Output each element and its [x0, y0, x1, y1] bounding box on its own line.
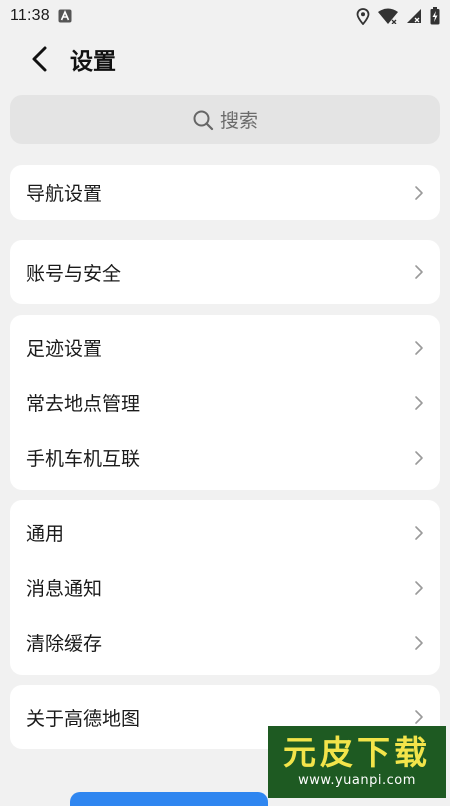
- wifi-icon: [378, 8, 398, 24]
- chevron-right-icon: [414, 264, 424, 280]
- watermark-brand: 元皮下载: [283, 733, 431, 772]
- settings-item-clear-cache[interactable]: 清除缓存: [10, 615, 440, 670]
- settings-item-label: 账号与安全: [26, 262, 122, 285]
- settings-item-label: 关于高德地图: [26, 707, 141, 730]
- settings-item-label: 常去地点管理: [26, 393, 141, 415]
- settings-item-navigation[interactable]: 导航设置: [10, 165, 440, 220]
- chevron-right-icon: [414, 525, 424, 541]
- settings-item-phone-car-link[interactable]: 手机车机互联: [10, 430, 440, 485]
- settings-item-account-security[interactable]: 账号与安全: [10, 240, 440, 304]
- settings-item-label: 通用: [26, 523, 65, 545]
- settings-group-general: 通用 消息通知 清除缓存: [10, 500, 440, 675]
- settings-group-account: 账号与安全: [10, 240, 440, 304]
- cellular-signal-icon: [406, 8, 422, 24]
- settings-item-label: 导航设置: [26, 183, 103, 205]
- settings-item-frequent-places[interactable]: 常去地点管理: [10, 375, 440, 430]
- settings-item-label: 足迹设置: [26, 338, 103, 360]
- search-icon: [193, 110, 214, 130]
- settings-item-label: 清除缓存: [26, 633, 103, 655]
- settings-item-notifications[interactable]: 消息通知: [10, 560, 440, 615]
- chevron-right-icon: [414, 450, 424, 466]
- status-time: 11:38: [10, 7, 50, 24]
- settings-group-places: 足迹设置 常去地点管理 手机车机互联: [10, 315, 440, 490]
- status-bar: 11:38: [0, 0, 450, 32]
- header: 设置: [0, 36, 450, 82]
- battery-charging-icon: [430, 7, 440, 25]
- status-bar-left: 11:38: [10, 7, 72, 25]
- chevron-right-icon: [414, 580, 424, 596]
- search-placeholder: 搜索: [219, 110, 258, 132]
- font-a-icon: [58, 9, 72, 23]
- bottom-floating-bar: [70, 792, 268, 806]
- chevron-left-icon: [32, 46, 47, 72]
- status-bar-right: [356, 7, 440, 25]
- watermark-logo: 元皮下载 www.yuanpi.com: [268, 726, 446, 798]
- settings-item-footprint[interactable]: 足迹设置: [10, 320, 440, 375]
- settings-item-label: 消息通知: [26, 578, 103, 600]
- back-button[interactable]: [20, 39, 60, 79]
- chevron-right-icon: [414, 340, 424, 356]
- search-bar[interactable]: 搜索: [10, 95, 440, 144]
- settings-item-label: 手机车机互联: [26, 448, 141, 470]
- settings-item-general[interactable]: 通用: [10, 505, 440, 560]
- chevron-right-icon: [414, 635, 424, 651]
- chevron-right-icon: [414, 395, 424, 411]
- watermark-url: www.yuanpi.com: [298, 773, 416, 788]
- settings-group-navigation: 导航设置: [10, 165, 440, 220]
- chevron-right-icon: [414, 185, 424, 201]
- page-title: 设置: [70, 49, 116, 75]
- location-pin-icon: [356, 7, 370, 25]
- chevron-right-icon: [414, 709, 424, 725]
